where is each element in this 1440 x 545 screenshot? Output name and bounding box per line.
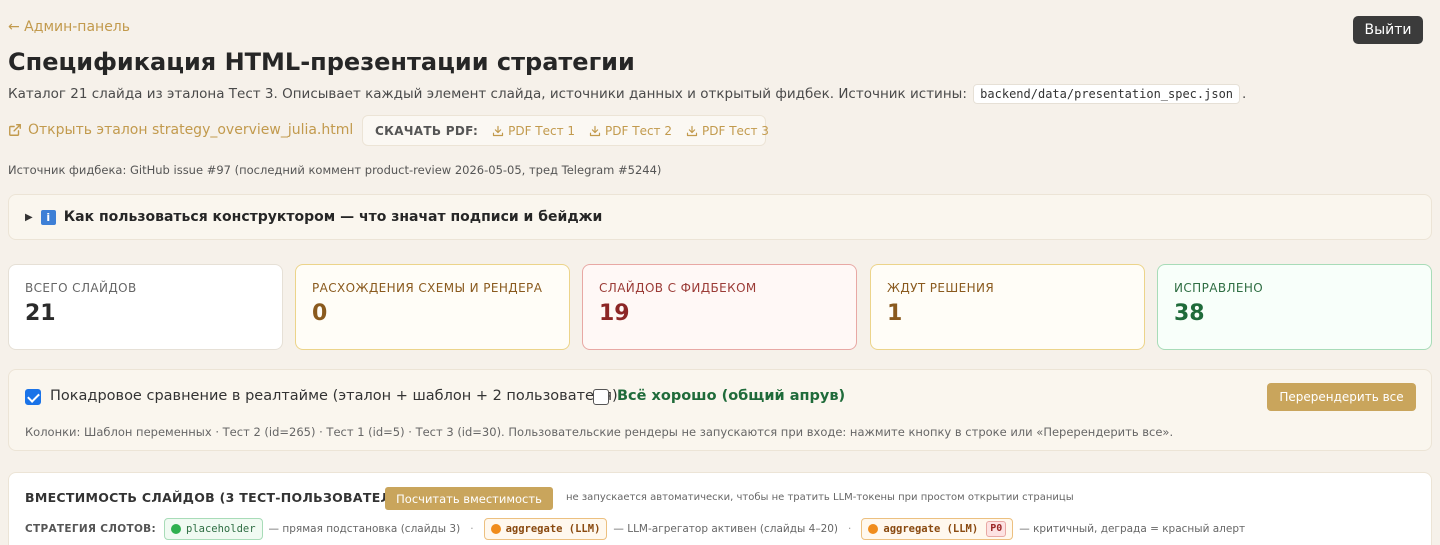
slot-strategy-legend: СТРАТЕГИЯ СЛОТОВ: placeholder — прямая п…	[25, 518, 1245, 540]
source-file-code: backend/data/presentation_spec.json	[973, 84, 1241, 104]
slot-desc: — LLM-агрегатор активен (слайды 4–20)	[613, 523, 839, 535]
open-reference-link[interactable]: Открыть эталон strategy_overview_julia.h…	[8, 122, 353, 138]
stat-slides-with-feedback: СЛАЙДОВ С ФИДБЕКОМ 19	[582, 264, 857, 350]
disclosure-triangle-icon: ▶	[25, 211, 33, 223]
page-title: Спецификация HTML-презентации стратегии	[8, 48, 635, 76]
pdf-download-group: СКАЧАТЬ PDF: PDF Тест 1 PDF Тест 2 PDF Т…	[362, 115, 769, 146]
separator: ·	[848, 523, 852, 535]
howto-disclosure[interactable]: ▶ i Как пользоваться конструктором — что…	[8, 194, 1432, 240]
slot-chip-label: aggregate (LLM)	[883, 523, 979, 535]
page-description: Каталог 21 слайда из эталона Тест 3. Опи…	[8, 84, 1247, 104]
stat-label: ИСПРАВЛЕНО	[1174, 281, 1264, 295]
external-link-icon	[9, 124, 21, 136]
columns-note: Колонки: Шаблон переменных · Тест 2 (id=…	[25, 425, 1174, 439]
stat-schema-render-mismatch: РАСХОЖДЕНИЯ СХЕМЫ И РЕНДЕРА 0	[295, 264, 570, 350]
priority-badge: P0	[986, 521, 1007, 537]
stat-fixed: ИСПРАВЛЕНО 38	[1157, 264, 1432, 350]
compare-panel: Покадровое сравнение в реалтайме (эталон…	[8, 369, 1432, 451]
pdf-test-1-label: PDF Тест 1	[508, 123, 576, 138]
download-icon	[492, 125, 504, 136]
separator: ·	[470, 523, 474, 535]
feedback-source-note: Источник фидбека: GitHub issue #97 (посл…	[8, 163, 662, 177]
rerender-all-button[interactable]: Перерендерить все	[1267, 383, 1416, 411]
pdf-test-2-label: PDF Тест 2	[605, 123, 672, 138]
stat-value: 1	[887, 301, 903, 326]
pdf-test-2-link[interactable]: PDF Тест 2	[589, 124, 672, 138]
slot-chip-aggregate-p0: aggregate (LLM) P0	[861, 518, 1014, 540]
slot-chip-label: aggregate (LLM)	[505, 523, 601, 535]
description-suffix: .	[1242, 86, 1247, 102]
slot-desc: — критичный, деграда = красный алерт	[1019, 523, 1246, 535]
download-icon	[589, 125, 601, 136]
stat-awaiting-decision: ЖДУТ РЕШЕНИЯ 1	[870, 264, 1145, 350]
approve-all-checkbox[interactable]	[593, 389, 609, 405]
orange-dot-icon	[490, 524, 501, 534]
calculate-capacity-button[interactable]: Посчитать вместимость	[385, 487, 553, 510]
slot-desc: — прямая подстановка (слайды 3)	[268, 523, 461, 535]
info-icon: i	[40, 209, 56, 225]
stat-value: 19	[599, 301, 630, 326]
realtime-compare-label[interactable]: Покадровое сравнение в реалтайме (эталон…	[50, 388, 618, 404]
slot-chip-label: placeholder	[186, 523, 256, 535]
slots-label: СТРАТЕГИЯ СЛОТОВ:	[25, 523, 156, 535]
stat-label: РАСХОЖДЕНИЯ СХЕМЫ И РЕНДЕРА	[312, 281, 543, 295]
capacity-panel: ВМЕСТИМОСТЬ СЛАЙДОВ (3 ТЕСТ-ПОЛЬЗОВАТЕЛЯ…	[8, 472, 1432, 545]
howto-title: Как пользоваться конструктором — что зна…	[63, 209, 603, 225]
download-pdf-label: СКАЧАТЬ PDF:	[375, 123, 479, 138]
realtime-compare-checkbox[interactable]	[25, 389, 41, 405]
capacity-title: ВМЕСТИМОСТЬ СЛАЙДОВ (3 ТЕСТ-ПОЛЬЗОВАТЕЛЯ…	[25, 490, 408, 505]
approve-all-label[interactable]: Всё хорошо (общий апрув)	[617, 388, 845, 404]
open-reference-label: Открыть эталон strategy_overview_julia.h…	[28, 122, 354, 138]
download-icon	[686, 125, 698, 136]
stat-total-slides: ВСЕГО СЛАЙДОВ 21	[8, 264, 283, 350]
stat-value: 38	[1174, 301, 1205, 326]
pdf-test-3-link[interactable]: PDF Тест 3	[686, 124, 769, 138]
pdf-test-1-link[interactable]: PDF Тест 1	[492, 124, 575, 138]
stat-label: ЖДУТ РЕШЕНИЯ	[887, 281, 995, 295]
stat-value: 0	[312, 301, 328, 326]
capacity-note: не запускается автоматически, чтобы не т…	[566, 492, 1074, 503]
slot-chip-aggregate: aggregate (LLM)	[483, 518, 608, 540]
green-dot-icon	[171, 524, 181, 534]
stat-value: 21	[25, 301, 56, 326]
orange-dot-icon	[868, 524, 879, 534]
back-to-admin-link[interactable]: ← Админ-панель	[8, 19, 130, 35]
stat-label: ВСЕГО СЛАЙДОВ	[25, 281, 137, 295]
description-text: Каталог 21 слайда из эталона Тест 3. Опи…	[8, 86, 967, 102]
stat-label: СЛАЙДОВ С ФИДБЕКОМ	[599, 281, 757, 295]
slot-chip-placeholder: placeholder	[164, 518, 263, 540]
logout-button[interactable]: Выйти	[1353, 16, 1423, 44]
pdf-test-3-label: PDF Тест 3	[702, 123, 769, 138]
